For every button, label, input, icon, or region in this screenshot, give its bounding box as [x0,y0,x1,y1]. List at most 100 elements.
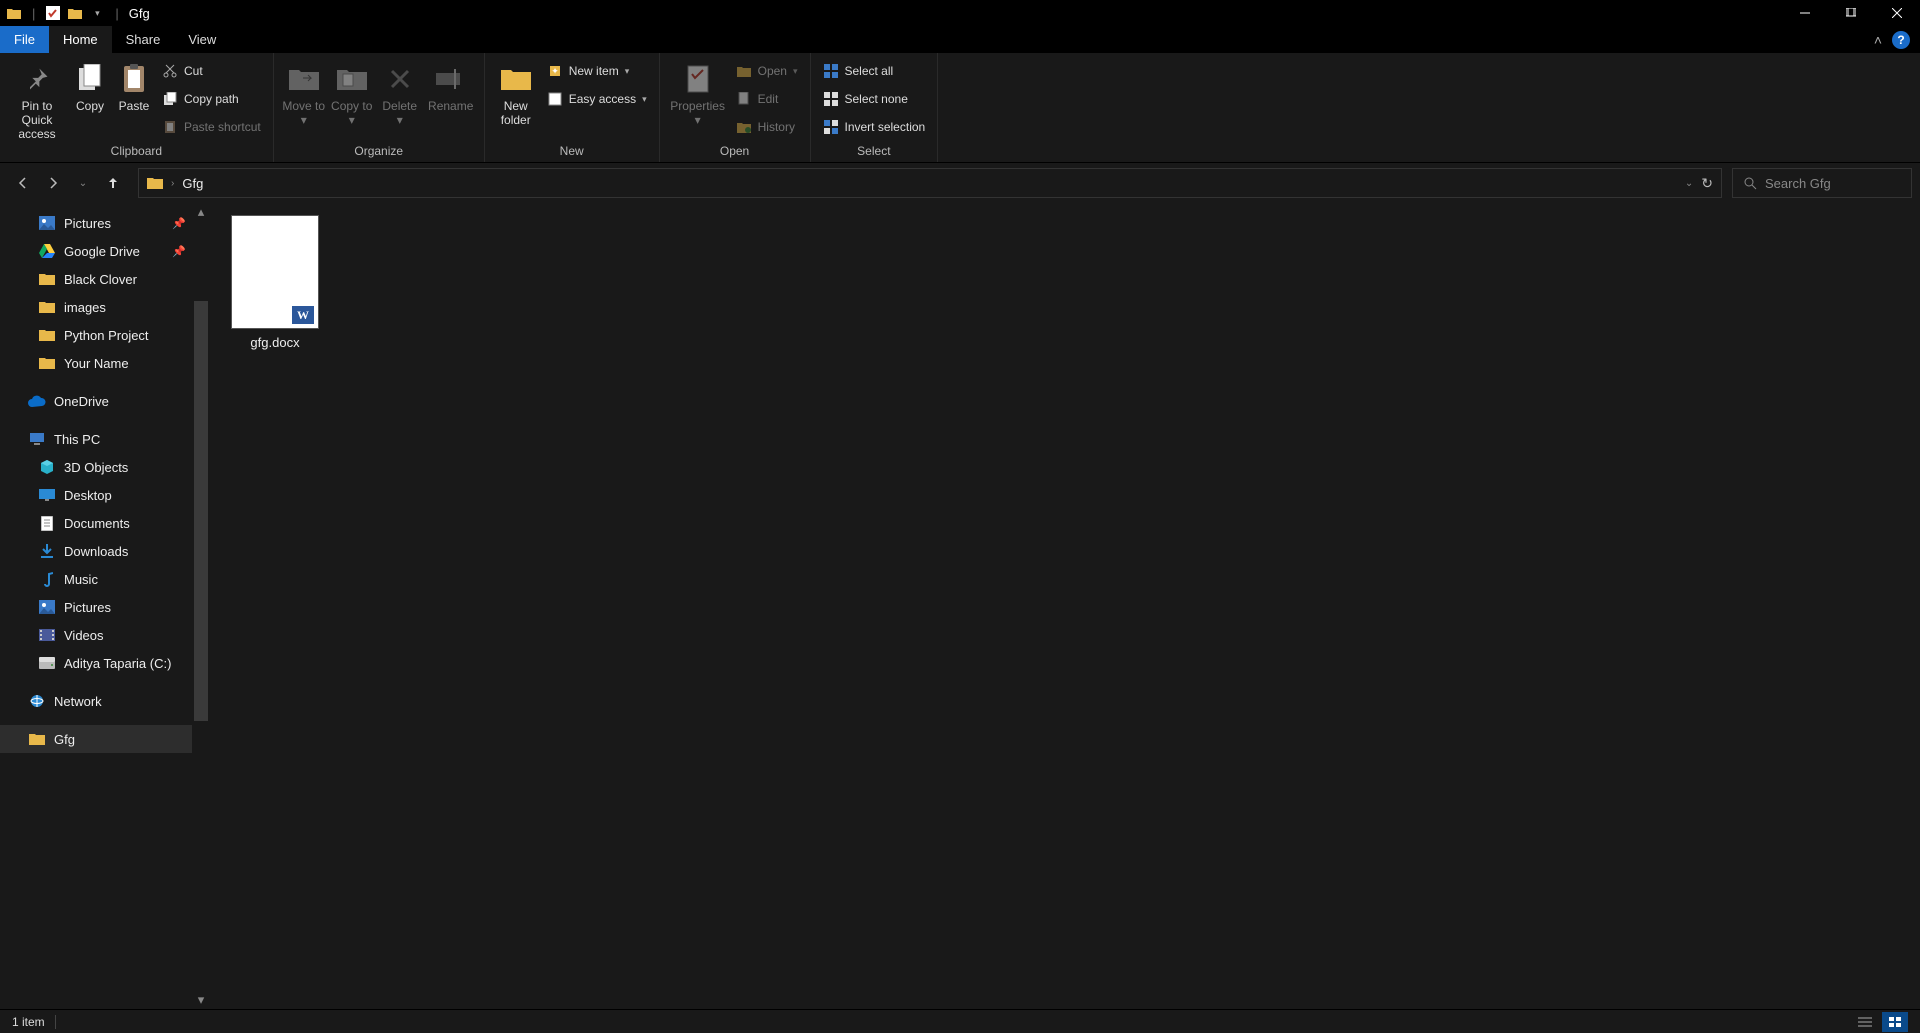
rename-button[interactable]: Rename [424,57,478,144]
tab-view[interactable]: View [174,26,230,53]
folder-icon [38,354,56,372]
svg-text:✦: ✦ [551,66,559,76]
tree-item[interactable]: Python Project [0,321,210,349]
refresh-button[interactable]: ↻ [1701,175,1713,192]
video-icon [38,626,56,644]
folder-icon[interactable] [67,5,83,21]
tree-item[interactable]: Your Name [0,349,210,377]
tree-item-network[interactable]: Network [0,687,210,715]
tree-item[interactable]: Documents [0,509,210,537]
tree-item-label: Documents [64,516,130,531]
tree-item-label: Network [54,694,102,709]
tree-item[interactable]: Videos [0,621,210,649]
new-folder-button[interactable]: New folder [491,57,541,144]
scroll-down-icon[interactable]: ▾ [192,991,210,1009]
tree-item[interactable]: Google Drive📌 [0,237,210,265]
select-none-button[interactable]: Select none [821,87,928,111]
separator: | [32,6,35,21]
window-title: Gfg [129,6,150,21]
folder-icon [38,298,56,316]
tree-item-this-pc[interactable]: This PC [0,425,210,453]
cut-button[interactable]: Cut [160,59,263,83]
address-bar[interactable]: › Gfg ⌄ ↻ [138,168,1722,198]
history-icon [736,119,752,135]
menu-bar: File Home Share View ˄ ? [0,26,1920,53]
tab-file[interactable]: File [0,26,49,53]
properties-button[interactable]: Properties ▾ [666,57,730,144]
recent-dropdown-icon[interactable]: ⌄ [74,174,92,192]
tree-item[interactable]: Desktop [0,481,210,509]
up-button[interactable] [104,174,122,192]
edit-button[interactable]: Edit [734,87,800,111]
collapse-ribbon-icon[interactable]: ˄ [1874,32,1882,48]
search-icon [1743,176,1757,190]
easy-access-icon [547,91,563,107]
group-label: New [491,144,653,160]
tree-item-label: Your Name [64,356,129,371]
tree-item[interactable]: Music [0,565,210,593]
close-button[interactable] [1874,0,1920,26]
select-all-button[interactable]: Select all [821,59,928,83]
invert-selection-icon [823,119,839,135]
chevron-right-icon[interactable]: › [171,178,174,189]
picture-icon [38,214,56,232]
file-thumbnail: W [231,215,319,329]
folder-icon [147,176,163,190]
group-label: Open [666,144,804,160]
move-to-icon [288,63,320,95]
tree-item[interactable]: Aditya Taparia (C:) [0,649,210,677]
scroll-up-icon[interactable]: ▴ [192,203,210,221]
tree-item[interactable]: images [0,293,210,321]
separator: | [115,6,118,21]
tree-item[interactable]: Pictures [0,593,210,621]
tree-item[interactable]: 3D Objects [0,453,210,481]
forward-button[interactable] [44,174,62,192]
copy-to-button[interactable]: Copy to ▾ [328,57,376,144]
new-item-button[interactable]: ✦ New item ▾ [545,59,649,83]
delete-button[interactable]: Delete ▾ [376,57,424,144]
paste-shortcut-icon [162,119,178,135]
large-icons-view-button[interactable] [1882,1012,1908,1032]
details-view-button[interactable] [1852,1012,1878,1032]
delete-icon [384,63,416,95]
tree-item[interactable]: Downloads [0,537,210,565]
paste-button[interactable]: Paste [112,57,156,144]
minimize-button[interactable] [1782,0,1828,26]
copy-path-button[interactable]: Copy path [160,87,263,111]
invert-selection-button[interactable]: Invert selection [821,115,928,139]
file-item[interactable]: Wgfg.docx [230,215,320,350]
tree-item-label: Pictures [64,600,111,615]
tree-item-current[interactable]: Gfg [0,725,210,753]
scroll-thumb[interactable] [194,301,208,721]
item-count: 1 item [12,1015,45,1029]
thispc-icon [28,430,46,448]
file-list[interactable]: Wgfg.docx [210,203,1920,1009]
tab-home[interactable]: Home [49,26,112,53]
breadcrumb[interactable]: Gfg [182,176,203,191]
open-button[interactable]: Open ▾ [734,59,800,83]
copy-button[interactable]: Copy [68,57,112,144]
easy-access-button[interactable]: Easy access ▾ [545,87,649,111]
search-input[interactable] [1765,176,1920,191]
paste-shortcut-button[interactable]: Paste shortcut [160,115,263,139]
qat-dropdown-icon[interactable]: ▾ [89,5,105,21]
tree-item-label: Gfg [54,732,75,747]
cube-icon [38,458,56,476]
tree-item[interactable]: Pictures📌 [0,209,210,237]
help-icon[interactable]: ? [1892,31,1910,49]
history-button[interactable]: History [734,115,800,139]
tree-item-onedrive[interactable]: OneDrive [0,387,210,415]
pin-to-quick-access-button[interactable]: Pin to Quick access [6,57,68,144]
maximize-button[interactable] [1828,0,1874,26]
title-bar: | ▾ | Gfg [0,0,1920,26]
tab-share[interactable]: Share [112,26,175,53]
tree-item[interactable]: Black Clover [0,265,210,293]
address-dropdown-icon[interactable]: ⌄ [1685,178,1693,189]
group-label: Clipboard [6,144,267,160]
back-button[interactable] [14,174,32,192]
tree-item-label: Google Drive [64,244,140,259]
scrollbar[interactable]: ▴ ▾ [192,203,210,1009]
properties-icon[interactable] [45,5,61,21]
search-box[interactable] [1732,168,1912,198]
move-to-button[interactable]: Move to ▾ [280,57,328,144]
